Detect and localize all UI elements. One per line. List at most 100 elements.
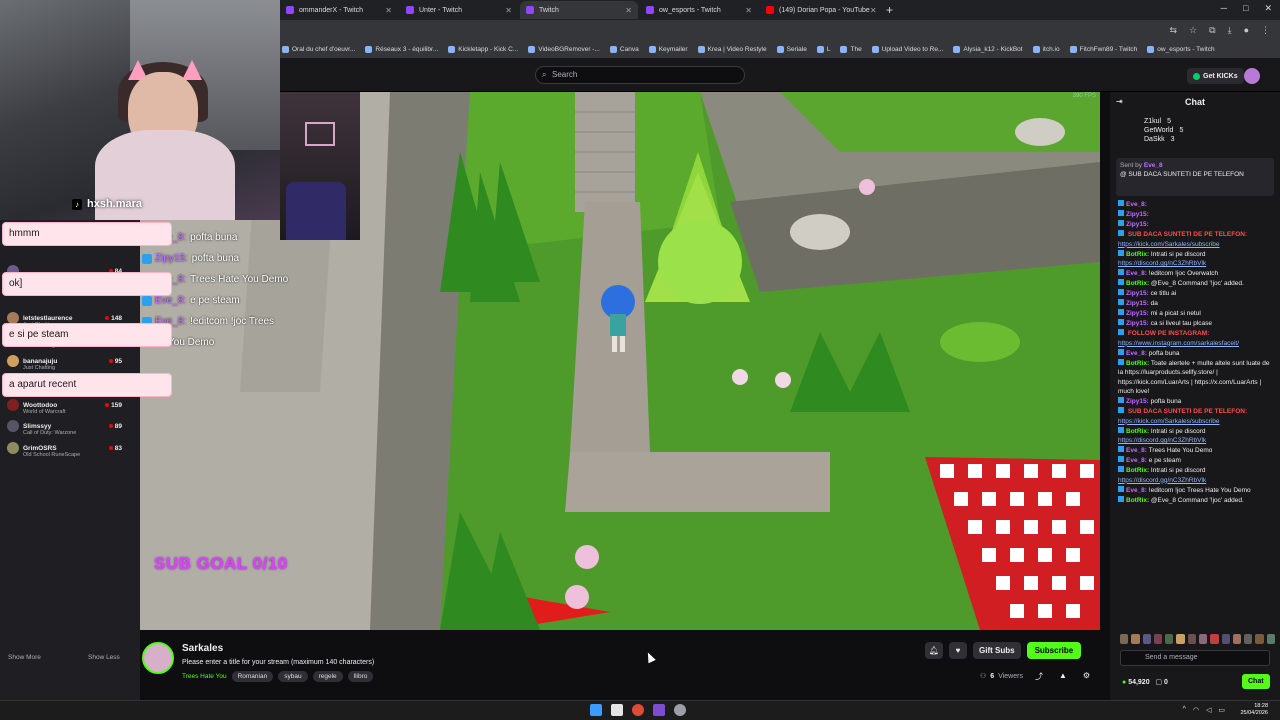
stream-tag[interactable]: Romanian [231, 671, 274, 682]
extensions-icon[interactable]: ⧉ [1209, 25, 1215, 36]
chat-message[interactable]: Eve_8: !editcom !joc Overwatch [1118, 269, 1276, 279]
emote-icon[interactable] [1244, 634, 1253, 644]
stream-tag[interactable]: llibro [347, 671, 374, 682]
chat-message[interactable]: Eve_8: !editcom !joc Trees Hate You Demo [1118, 485, 1276, 496]
close-tab-icon[interactable]: ✕ [385, 6, 392, 15]
collapse-chat-icon[interactable]: ⇥ [1116, 97, 1123, 106]
chat-link[interactable]: https://discord.gg/nC3ZhRbVlk [1118, 477, 1206, 484]
chat-message[interactable]: Zipy15: pofta buna [1118, 397, 1276, 407]
chat-username[interactable]: BotRix: [1126, 251, 1149, 258]
maximize-button[interactable]: □ [1243, 3, 1248, 14]
browser-tab[interactable]: (149) Dorian Popa - YouTube ✕ [760, 1, 878, 19]
close-tab-icon[interactable]: ✕ [505, 6, 512, 15]
leaderboard-entry[interactable]: GetWorld 5 [1144, 127, 1183, 134]
chat-username[interactable]: Zipy15: [1126, 290, 1149, 297]
close-tab-icon[interactable]: ✕ [745, 6, 752, 15]
chat-username[interactable]: BotRix: [1126, 467, 1149, 474]
bookmark-item[interactable]: Kickletapp - Kick C... [448, 45, 518, 53]
chat-username[interactable]: BotRix: [1126, 497, 1149, 504]
sidebar-channel-item[interactable]: GrimOSRS 83 Old School RuneScape [7, 442, 122, 458]
bookmark-item[interactable]: Krea | Video Restyle [697, 45, 767, 53]
download-icon[interactable]: ⤓ [1228, 25, 1232, 36]
chat-username[interactable]: Zipy15: [1126, 221, 1149, 228]
chat-message[interactable]: Zipy15: [1118, 210, 1276, 220]
bookmark-item[interactable]: Upload Video to Re... [871, 45, 943, 53]
chat-message[interactable]: BotRix: Intrati si pe discord https://di… [1118, 466, 1276, 485]
emote-icon[interactable] [1165, 634, 1174, 644]
gift-icon[interactable]: ▢ [1155, 679, 1162, 686]
settings-icon[interactable] [674, 704, 686, 716]
emote-icon[interactable] [1153, 634, 1163, 644]
chat-username[interactable]: Zipy15: [1126, 310, 1149, 317]
chat-input[interactable]: Send a message [1120, 650, 1270, 666]
bookmark-item[interactable]: Oral du chef d'oeuvr... [282, 45, 355, 53]
chat-message[interactable]: BotRix: Intrati si pe discord https://di… [1118, 249, 1276, 269]
browser-tab[interactable]: ow_esports - Twitch ✕ [640, 1, 758, 19]
battery-icon[interactable]: ▭ [1218, 706, 1225, 714]
emote-icon[interactable] [1176, 634, 1185, 644]
chat-message[interactable]: Zipy15: da [1118, 299, 1276, 309]
tray-chevron-icon[interactable]: ^ [1183, 706, 1186, 714]
emote-icon[interactable] [1210, 634, 1219, 644]
chat-message[interactable]: SUB DACA SUNTETI DE PE TELEFON: https://… [1118, 407, 1276, 426]
sidebar-channel-item[interactable]: bananajuju 95 Just Chatting [7, 355, 122, 371]
leaderboard-entry[interactable]: Z1kul 5 [1144, 118, 1183, 125]
chat-message[interactable]: BotRix: @Eve_8 Command '!joc' added. [1118, 279, 1276, 289]
new-tab-button[interactable]: + [886, 3, 893, 17]
follow-heart-icon[interactable]: ♥ [949, 642, 967, 659]
chat-message[interactable]: Zipy15: ce titlu ai [1118, 289, 1276, 299]
close-window-button[interactable]: ✕ [1264, 3, 1272, 14]
sidebar-channel-item[interactable]: Woottodoo 159 World of Warcraft [7, 399, 122, 415]
chat-message[interactable]: SUB DACA SUNTETI DE PE TELEFON: https://… [1118, 230, 1276, 249]
emote-icon[interactable] [1198, 634, 1208, 644]
windows-start-icon[interactable] [590, 704, 602, 716]
bookmark-item[interactable]: L [816, 45, 830, 53]
emote-icon[interactable] [1221, 634, 1230, 644]
chat-message[interactable]: BotRix: Toate alertele + multe altele su… [1118, 358, 1276, 397]
chat-username[interactable]: BotRix: [1126, 360, 1149, 367]
chat-username[interactable]: Zipy15: [1126, 320, 1149, 327]
search-input[interactable]: ⌕ Search [535, 66, 745, 84]
system-clock[interactable]: 18:28 25/04/2026 [1240, 703, 1268, 717]
emote-icon[interactable] [1142, 634, 1151, 644]
subscribe-button[interactable]: Subscribe [1026, 642, 1082, 659]
chat-link[interactable]: https://discord.gg/nC3ZhRbVlk [1118, 260, 1206, 267]
bookmark-item[interactable]: Seriale [776, 45, 807, 53]
bookmark-item[interactable]: Canva [609, 45, 639, 53]
obs-icon[interactable] [653, 704, 665, 716]
report-icon[interactable]: ▲ [1059, 671, 1067, 682]
stream-tag[interactable]: sybau [278, 671, 308, 682]
leaderboard-entry[interactable]: DaSkk 3 [1144, 136, 1183, 143]
gift-subs-button[interactable]: Gift Subs [973, 642, 1021, 659]
stream-tag[interactable]: regele [312, 671, 343, 682]
chat-username[interactable]: Eve_8: [1126, 201, 1147, 208]
sidebar-channel-item[interactable]: Slimssyy 89 Call of Duty: Warzone [7, 420, 122, 436]
bookmark-item[interactable]: Alysia_k12 - KickBot [953, 45, 1023, 53]
chat-username[interactable]: Eve_8: [1126, 350, 1147, 357]
chat-username[interactable]: BotRix: [1126, 280, 1149, 287]
chat-message[interactable]: BotRix: @Eve_8 Command '!joc' added. [1118, 495, 1276, 506]
chat-send-button[interactable]: Chat [1242, 674, 1270, 689]
chat-username[interactable]: Zipy15: [1126, 398, 1149, 405]
chat-message[interactable]: Eve_8: [1118, 200, 1276, 210]
user-avatar[interactable] [1244, 68, 1260, 84]
chat-message[interactable]: Eve_8: Trees Hate You Demo [1118, 446, 1276, 456]
chat-link[interactable]: https://kick.com/Sarkales/subscribe [1118, 418, 1220, 425]
chat-username[interactable]: BotRix: [1126, 428, 1149, 435]
chat-link[interactable]: https://kick.com/Sarkales/subscribe [1118, 241, 1220, 248]
profile-icon[interactable]: ● [1244, 25, 1249, 36]
browser-tab[interactable]: Twitch ✕ [520, 1, 638, 19]
emote-icon[interactable] [1232, 634, 1242, 644]
bookmark-item[interactable]: FitchFwn89 - Twitch [1069, 45, 1137, 53]
more-options-icon[interactable]: ⚙ [1083, 671, 1090, 682]
bookmark-item[interactable]: VideoBGRemover -... [528, 45, 600, 53]
chat-username[interactable]: Zipy15: [1126, 300, 1149, 307]
chat-username[interactable]: Zipy15: [1126, 211, 1149, 218]
file-explorer-icon[interactable] [611, 704, 623, 716]
pinned-message[interactable]: Sent by Eve_8 @ SUB DACA SUNTETI DE PE T… [1116, 158, 1274, 196]
emote-icon[interactable] [1255, 634, 1264, 644]
chat-link[interactable]: https://www.instagram.com/sarkalesfaceit… [1118, 340, 1239, 347]
streamer-avatar[interactable] [142, 642, 174, 674]
chat-username[interactable]: Eve_8: [1126, 487, 1147, 494]
chat-username[interactable]: Eve_8: [1126, 457, 1147, 464]
